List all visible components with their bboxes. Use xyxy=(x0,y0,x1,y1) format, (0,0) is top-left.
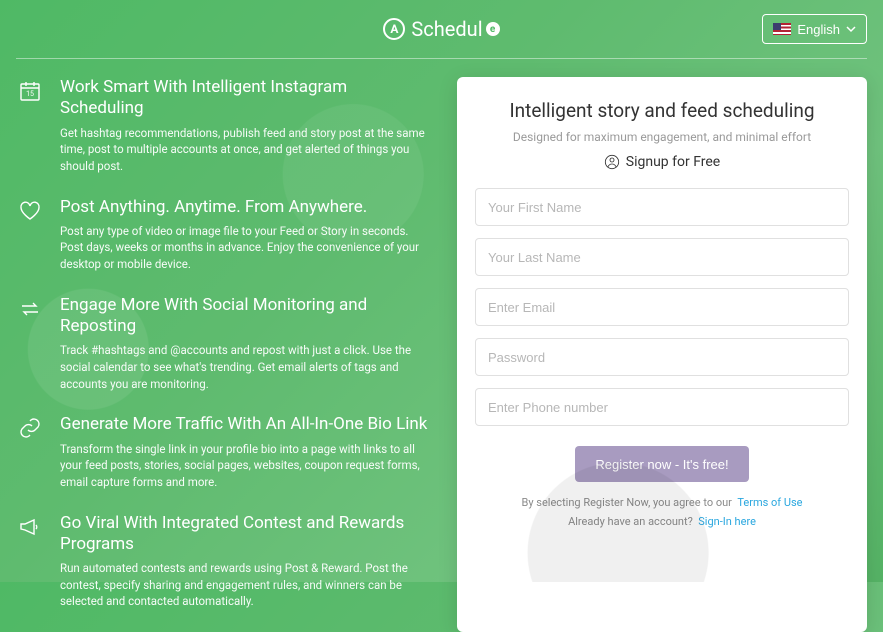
features-list: 15 Work Smart With Intelligent Instagram… xyxy=(16,77,433,632)
first-name-input[interactable] xyxy=(475,188,849,226)
last-name-input[interactable] xyxy=(475,238,849,276)
logo-mark-icon: A xyxy=(383,18,405,40)
chevron-down-icon xyxy=(846,24,856,34)
feature-contest: Go Viral With Integrated Contest and Rew… xyxy=(16,513,429,611)
feature-title: Generate More Traffic With An All-In-One… xyxy=(60,414,429,435)
brand-text: Schedul xyxy=(411,17,482,41)
feature-title: Engage More With Social Monitoring and R… xyxy=(60,295,429,338)
language-selector[interactable]: English xyxy=(762,14,867,44)
signin-link[interactable]: Sign-In here xyxy=(698,515,756,528)
feature-title: Post Anything. Anytime. From Anywhere. xyxy=(60,197,429,218)
divider xyxy=(16,58,867,59)
signup-free-text: Signup for Free xyxy=(626,154,720,170)
brand-logo: A Schedul e xyxy=(383,17,499,41)
flag-us-icon xyxy=(773,23,791,35)
user-circle-icon xyxy=(604,154,620,170)
card-subtitle: Designed for maximum engagement, and min… xyxy=(475,130,849,144)
feature-biolink: Generate More Traffic With An All-In-One… xyxy=(16,414,429,490)
feature-title: Go Viral With Integrated Contest and Rew… xyxy=(60,513,429,556)
signup-form: Register now - It's free! xyxy=(475,188,849,482)
card-title: Intelligent story and feed scheduling xyxy=(475,99,849,122)
feature-desc: Post any type of video or image file to … xyxy=(60,223,429,273)
language-label: English xyxy=(797,22,840,37)
feature-post-anything: Post Anything. Anytime. From Anywhere. P… xyxy=(16,197,429,273)
heart-icon xyxy=(16,197,44,273)
phone-input[interactable] xyxy=(475,388,849,426)
feature-desc: Run automated contests and rewards using… xyxy=(60,560,429,610)
svg-text:15: 15 xyxy=(26,90,34,98)
feature-title: Work Smart With Intelligent Instagram Sc… xyxy=(60,77,429,120)
register-button[interactable]: Register now - It's free! xyxy=(575,446,748,482)
signin-line: Already have an account? Sign-In here xyxy=(475,515,849,528)
calendar-icon: 15 xyxy=(16,77,44,175)
password-input[interactable] xyxy=(475,338,849,376)
terms-link[interactable]: Terms of Use xyxy=(737,496,802,509)
email-input[interactable] xyxy=(475,288,849,326)
repost-icon xyxy=(16,295,44,393)
signup-card: Intelligent story and feed scheduling De… xyxy=(457,77,867,632)
feature-desc: Get hashtag recommendations, publish fee… xyxy=(60,125,429,175)
signup-free-label: Signup for Free xyxy=(475,154,849,170)
feature-desc: Track #hashtags and @accounts and repost… xyxy=(60,342,429,392)
feature-scheduling: 15 Work Smart With Intelligent Instagram… xyxy=(16,77,429,175)
terms-prefix: By selecting Register Now, you agree to … xyxy=(522,496,732,509)
signin-prefix: Already have an account? xyxy=(568,515,693,528)
megaphone-icon xyxy=(16,513,44,611)
terms-line: By selecting Register Now, you agree to … xyxy=(475,496,849,509)
link-icon xyxy=(16,414,44,490)
feature-desc: Transform the single link in your profil… xyxy=(60,441,429,491)
logo-e-icon: e xyxy=(486,22,500,36)
feature-engage: Engage More With Social Monitoring and R… xyxy=(16,295,429,393)
